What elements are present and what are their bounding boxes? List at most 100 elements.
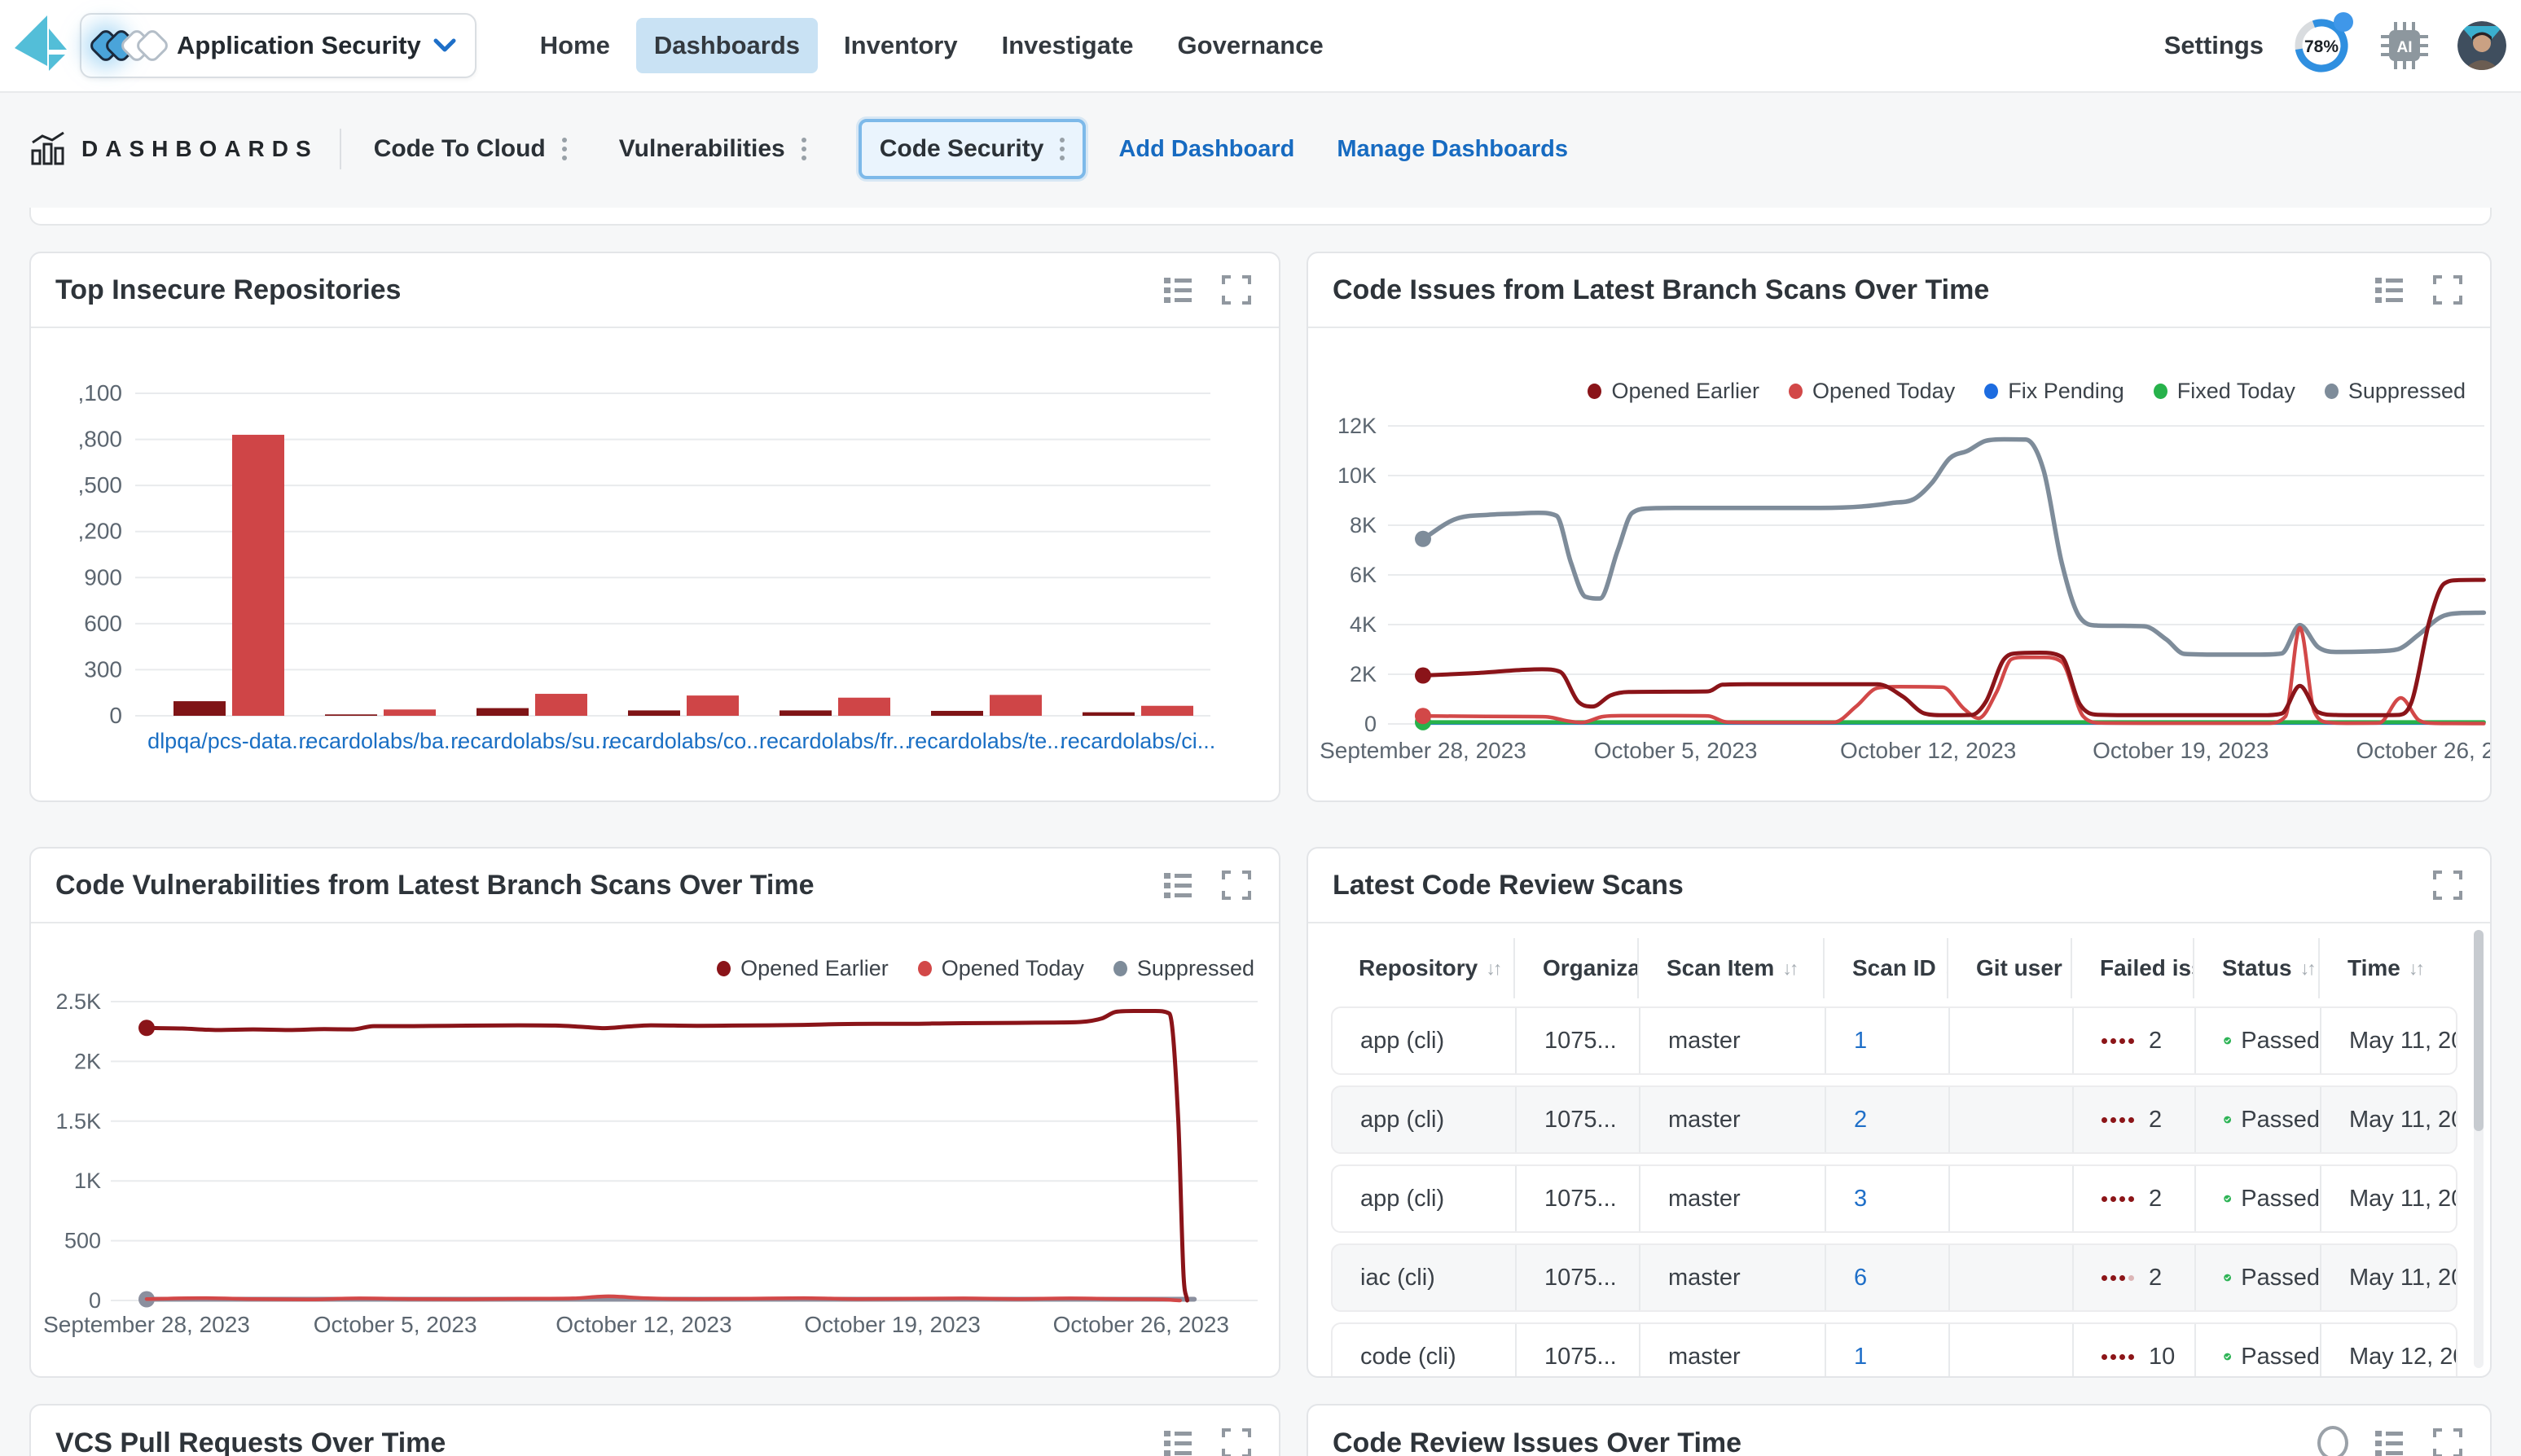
nav-item-home[interactable]: Home: [522, 18, 628, 73]
column-header-repository[interactable]: Repository ↓↑: [1331, 938, 1515, 998]
column-label: Organizat: [1543, 955, 1639, 981]
widget-list-icon[interactable]: [1160, 272, 1196, 308]
category-link[interactable]: recardolabs/ci...: [1061, 729, 1216, 753]
legend-label: Opened Earlier: [740, 956, 889, 981]
category-link[interactable]: recardolabs/su...: [450, 729, 613, 753]
sort-icon[interactable]: ↓↑: [2300, 958, 2314, 980]
cell-time: May 11, 2023 at...: [2321, 1008, 2456, 1073]
user-avatar[interactable]: [2457, 21, 2506, 70]
card-latest-code-review-scans: Latest Code Review Scans Repository↓↑Org…: [1307, 847, 2492, 1378]
bar-high: [687, 695, 739, 716]
widget-list-icon[interactable]: [1160, 1425, 1196, 1456]
y-axis-tick: ,200: [78, 519, 123, 544]
cell-scan-item: master: [1640, 1008, 1826, 1073]
sort-icon[interactable]: ↓↑: [2409, 958, 2422, 980]
cell-scan-id[interactable]: 3: [1826, 1166, 1950, 1231]
category-link[interactable]: recardolabs/ba...: [298, 729, 462, 753]
category-link[interactable]: dlpqa/pcs-data...: [147, 729, 310, 753]
expand-icon[interactable]: [1219, 1425, 1254, 1456]
ai-copilot-icon[interactable]: AI: [2379, 20, 2430, 71]
table-row[interactable]: app (cli)1075...master32PassedMay 11, 20…: [1331, 1164, 2457, 1233]
widget-list-icon[interactable]: [1160, 867, 1196, 903]
kebab-menu-icon[interactable]: [802, 138, 806, 160]
y-axis-tick: ,800: [78, 427, 123, 452]
cell-scan-id[interactable]: 6: [1826, 1245, 1950, 1310]
expand-icon[interactable]: [2430, 867, 2466, 903]
bar-critical: [931, 711, 983, 716]
nav-item-dashboards[interactable]: Dashboards: [636, 18, 818, 73]
series-start-dot: [1415, 708, 1431, 724]
column-header-time[interactable]: Time↓↑: [2320, 938, 2457, 998]
cell-failed-issues: 10: [2074, 1324, 2196, 1378]
scan-id-link[interactable]: 1: [1854, 1028, 1867, 1055]
dashboards-toolbar: DASHBOARDS Code To Cloud Vulnerabilities…: [0, 93, 2521, 205]
widget-list-icon[interactable]: [2371, 1425, 2407, 1456]
legend-dot: [1113, 961, 1127, 976]
table-row[interactable]: iac (cli)1075...master62PassedMay 11, 20…: [1331, 1243, 2457, 1312]
tab-vulnerabilities[interactable]: Vulnerabilities: [619, 135, 806, 163]
nav-item-inventory[interactable]: Inventory: [826, 18, 976, 73]
kebab-menu-icon[interactable]: [1060, 138, 1065, 160]
tab-code-security[interactable]: Code Security: [859, 119, 1087, 179]
scan-id-link[interactable]: 1: [1854, 1344, 1867, 1370]
previous-widget-row-bottom: [29, 208, 2492, 226]
legend-item[interactable]: Fixed Today: [2154, 379, 2295, 404]
product-switcher[interactable]: Application Security: [80, 13, 477, 78]
y-axis-tick: 0: [109, 703, 122, 728]
failed-count: 2: [2149, 1186, 2162, 1213]
chart-legend: Opened Earlier Opened Today Suppressed: [717, 956, 1254, 981]
progress-ring[interactable]: 78%: [2291, 15, 2352, 76]
column-header-git-user[interactable]: Git user↓↑: [1948, 938, 2072, 998]
column-header-scan-item[interactable]: Scan Item↓↑: [1639, 938, 1825, 998]
cell-scan-id[interactable]: 1: [1826, 1008, 1950, 1073]
card-code-vulnerabilities-over-time: Code Vulnerabilities from Latest Branch …: [29, 847, 1280, 1378]
scan-id-link[interactable]: 6: [1854, 1265, 1867, 1292]
y-axis-tick: 900: [84, 564, 122, 590]
y-axis-tick: 1K: [74, 1169, 101, 1193]
cell-organization: 1075...: [1517, 1324, 1640, 1378]
nav-item-investigate[interactable]: Investigate: [984, 18, 1152, 73]
manage-dashboards-link[interactable]: Manage Dashboards: [1337, 136, 1568, 163]
y-axis-tick: ,100: [78, 380, 123, 406]
sort-icon[interactable]: ↓↑: [1782, 958, 1796, 980]
legend-item[interactable]: Fix Pending: [1984, 379, 2124, 404]
legend-item[interactable]: Opened Today: [1789, 379, 1955, 404]
tab-code-to-cloud[interactable]: Code To Cloud: [374, 135, 567, 163]
category-link[interactable]: recardolabs/fr...: [759, 729, 911, 753]
legend-item[interactable]: Suppressed: [1113, 956, 1254, 981]
severity-dots-icon: [2102, 1354, 2134, 1360]
table-row[interactable]: app (cli)1075...master22PassedMay 11, 20…: [1331, 1085, 2457, 1154]
prisma-cloud-logo[interactable]: [11, 14, 68, 77]
settings-button[interactable]: Settings: [2164, 31, 2264, 60]
expand-icon[interactable]: [2430, 1425, 2466, 1456]
y-axis-tick: 2K: [74, 1049, 101, 1073]
legend-item[interactable]: Opened Earlier: [1588, 379, 1759, 404]
expand-icon[interactable]: [2430, 272, 2466, 308]
table-scrollbar-thumb[interactable]: [2474, 930, 2484, 1131]
kebab-menu-icon[interactable]: [562, 138, 567, 160]
legend-item[interactable]: Suppressed: [2325, 379, 2466, 404]
expand-icon[interactable]: [1219, 272, 1254, 308]
widget-list-icon[interactable]: [2371, 272, 2407, 308]
legend-item[interactable]: Opened Today: [918, 956, 1084, 981]
column-header-scan-id[interactable]: Scan ID↓↑: [1825, 938, 1948, 998]
nav-item-governance[interactable]: Governance: [1160, 18, 1342, 73]
scan-id-link[interactable]: 2: [1854, 1107, 1867, 1134]
legend-label: Opened Today: [942, 956, 1084, 981]
cell-scan-id[interactable]: 2: [1826, 1087, 1950, 1152]
category-link[interactable]: recardolabs/co...: [602, 729, 765, 753]
category-link[interactable]: recardolabs/te...: [907, 729, 1065, 753]
add-dashboard-link[interactable]: Add Dashboard: [1118, 136, 1294, 163]
cell-scan-id[interactable]: 1: [1826, 1324, 1950, 1378]
sort-icon[interactable]: ↓↑: [1486, 958, 1500, 980]
expand-icon[interactable]: [1219, 867, 1254, 903]
scan-id-link[interactable]: 3: [1854, 1186, 1867, 1213]
legend-dot: [1588, 384, 1601, 399]
column-header-status[interactable]: Status↓↑: [2194, 938, 2320, 998]
table-row[interactable]: code (cli)1075...master110PassedMay 12, …: [1331, 1322, 2457, 1378]
legend-item[interactable]: Opened Earlier: [717, 956, 889, 981]
table-row[interactable]: app (cli)1075...master12PassedMay 11, 20…: [1331, 1006, 2457, 1075]
failed-count: 10: [2149, 1344, 2175, 1370]
column-label: Repository: [1359, 955, 1478, 981]
legend-dot: [918, 961, 932, 976]
